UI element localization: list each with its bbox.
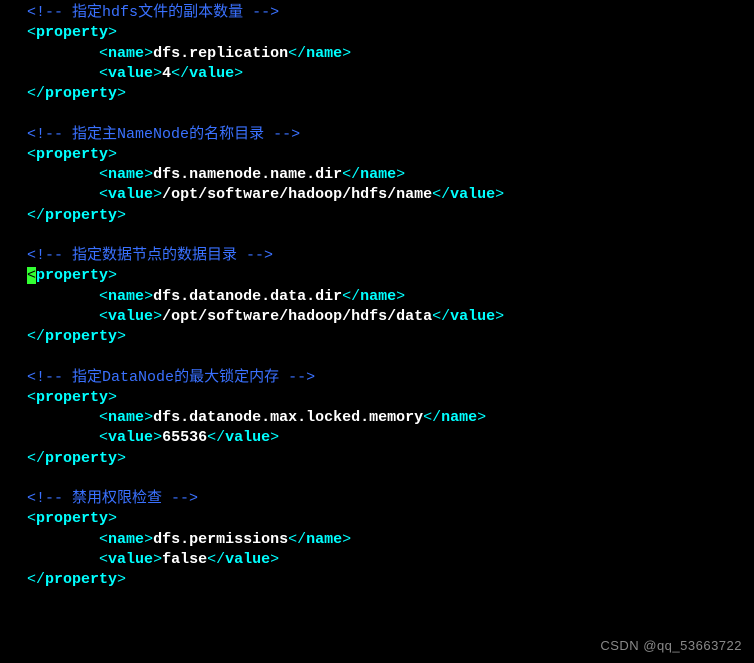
prop1-value: 4 — [162, 65, 171, 82]
prop2-value: /opt/software/hadoop/hdfs/name — [162, 186, 432, 203]
prop4-name: dfs.datanode.max.locked.memory — [153, 409, 423, 426]
prop3-value: /opt/software/hadoop/hdfs/data — [162, 308, 432, 325]
prop5-value: false — [162, 551, 207, 568]
prop1-name: dfs.replication — [153, 45, 288, 62]
comment-open: <!-- — [27, 369, 72, 386]
comment-close: --> — [162, 490, 198, 507]
prop2-name: dfs.namenode.name.dir — [153, 166, 342, 183]
comment-open: <!-- — [27, 490, 72, 507]
comment-close: --> — [279, 369, 315, 386]
tag-property-open: property — [36, 24, 108, 41]
xml-code-block: <!-- 指定hdfs文件的副本数量 --> <property> <name>… — [0, 3, 754, 590]
prop3-name: dfs.datanode.data.dir — [153, 288, 342, 305]
prop5-name: dfs.permissions — [153, 531, 288, 548]
comment-close: --> — [237, 247, 273, 264]
comment-close: --> — [264, 126, 300, 143]
comment-open: <!-- — [27, 126, 72, 143]
tag-value-open: value — [108, 65, 153, 82]
comment-open: <!-- — [27, 4, 72, 21]
tag-name-open: name — [108, 45, 144, 62]
tag-property-close: property — [45, 85, 117, 102]
prop4-value: 65536 — [162, 429, 207, 446]
comment-close: --> — [243, 4, 279, 21]
comment-open: <!-- — [27, 247, 72, 264]
watermark: CSDN @qq_53663722 — [600, 637, 742, 655]
cursor: < — [27, 267, 36, 284]
